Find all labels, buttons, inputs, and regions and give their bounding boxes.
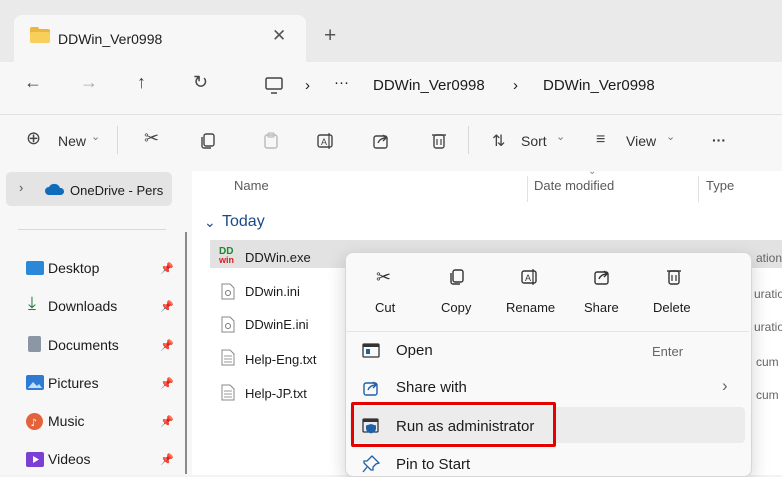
column-header-type[interactable]: Type <box>706 178 734 193</box>
new-button[interactable]: New <box>58 133 86 149</box>
column-header-date-modified[interactable]: Date modified <box>534 178 614 193</box>
context-cut-label[interactable]: Cut <box>375 300 395 315</box>
context-open[interactable]: Open <box>396 342 433 359</box>
folder-icon <box>30 27 50 43</box>
delete-icon[interactable] <box>665 267 683 287</box>
sidebar-item-music[interactable]: Music <box>48 413 85 429</box>
chevron-right-icon: › <box>722 376 728 395</box>
copy-icon[interactable] <box>448 268 466 286</box>
share-icon[interactable] <box>593 268 611 286</box>
rename-icon[interactable]: A <box>316 132 334 150</box>
chevron-down-icon: ⌄ <box>556 131 566 143</box>
context-delete-label[interactable]: Delete <box>653 300 691 315</box>
sort-icon: ⇅ <box>492 133 506 150</box>
breadcrumb-item[interactable]: DDWin_Ver0998 <box>373 77 485 94</box>
pin-icon[interactable]: 📌 <box>160 300 174 313</box>
pictures-icon <box>26 375 44 390</box>
share-icon[interactable] <box>372 132 390 150</box>
highlight-box <box>351 402 556 447</box>
settings-file-icon <box>221 316 235 333</box>
breadcrumb-separator: › <box>513 77 518 94</box>
pin-icon[interactable]: 📌 <box>160 339 174 352</box>
sidebar-item-videos[interactable]: Videos <box>48 451 91 467</box>
svg-text:A: A <box>525 273 531 283</box>
file-type: cum <box>756 388 779 402</box>
view-button[interactable]: View <box>626 133 656 149</box>
svg-text:win: win <box>219 255 234 264</box>
sidebar-item-downloads[interactable]: Downloads <box>48 298 117 314</box>
sidebar-item-pictures[interactable]: Pictures <box>48 375 99 391</box>
close-tab-button[interactable]: ✕ <box>272 26 286 46</box>
breadcrumb-separator: › <box>305 77 310 94</box>
sidebar-item-documents[interactable]: Documents <box>48 337 119 353</box>
pin-icon <box>362 455 380 473</box>
shortcut-label: Enter <box>652 344 684 359</box>
this-pc-icon <box>265 77 283 94</box>
file-type: ation <box>756 251 782 265</box>
pin-icon[interactable]: 📌 <box>160 262 174 275</box>
cut-icon[interactable]: ✂ <box>144 128 159 149</box>
desktop-icon <box>26 261 44 275</box>
divider <box>346 331 749 332</box>
svg-text:A: A <box>321 137 327 147</box>
open-icon <box>362 343 380 358</box>
sidebar-item-desktop[interactable]: Desktop <box>48 260 99 276</box>
chevron-down-icon[interactable]: ⌄ <box>204 214 216 231</box>
up-icon[interactable]: ↑ <box>137 72 146 93</box>
file-name[interactable]: DDwinE.ini <box>245 317 309 332</box>
chevron-down-icon: ⌄ <box>91 131 101 143</box>
sort-button[interactable]: Sort <box>521 133 547 149</box>
text-file-icon <box>221 384 235 401</box>
file-name[interactable]: Help-JP.txt <box>245 386 307 401</box>
pin-icon[interactable]: 📌 <box>160 377 174 390</box>
column-header-name[interactable]: Name <box>234 178 269 193</box>
pin-icon[interactable]: 📌 <box>160 415 174 428</box>
see-more-button[interactable]: ··· <box>712 132 726 148</box>
copy-icon[interactable] <box>199 132 217 150</box>
context-share-label[interactable]: Share <box>584 300 619 315</box>
refresh-icon[interactable]: ↻ <box>193 72 208 93</box>
context-share-with[interactable]: Share with <box>396 379 467 396</box>
settings-file-icon <box>221 283 235 300</box>
plus-circle-icon: ⊕ <box>26 128 42 148</box>
sort-indicator-icon: ⌄ <box>588 166 597 177</box>
file-type: uratio <box>754 320 782 334</box>
forward-icon[interactable]: → <box>80 72 98 93</box>
pin-icon[interactable]: 📌 <box>160 453 174 466</box>
cut-icon[interactable]: ✂ <box>376 267 391 288</box>
videos-icon <box>26 452 44 467</box>
rename-icon[interactable]: A <box>520 268 538 286</box>
file-type: cum <box>756 355 779 369</box>
text-file-icon <box>221 349 235 366</box>
breadcrumb-item[interactable]: DDWin_Ver0998 <box>543 77 655 94</box>
sidebar-scrollbar[interactable] <box>185 232 187 474</box>
file-type: uratio <box>754 287 782 301</box>
file-name: DDWin.exe <box>245 250 311 265</box>
delete-icon[interactable] <box>430 131 448 151</box>
back-icon[interactable]: ← <box>24 72 42 93</box>
ddwin-app-icon: DD win <box>219 246 234 264</box>
tab-title: DDWin_Ver0998 <box>58 31 163 47</box>
breadcrumb-overflow[interactable]: ··· <box>334 74 349 91</box>
new-tab-button[interactable]: + <box>324 24 336 48</box>
sidebar-item-label: OneDrive - Pers <box>70 183 164 198</box>
file-name[interactable]: Help-Eng.txt <box>245 352 317 367</box>
chevron-right-icon[interactable]: › <box>19 180 23 195</box>
context-pin-to-start[interactable]: Pin to Start <box>396 456 470 473</box>
svg-text:♪: ♪ <box>31 418 37 429</box>
paste-icon[interactable] <box>262 132 280 150</box>
context-rename-label[interactable]: Rename <box>506 300 555 315</box>
view-icon: ≡ <box>596 131 606 148</box>
chevron-down-icon: ⌄ <box>666 131 676 143</box>
divider <box>18 229 166 230</box>
music-icon: ♪ <box>26 413 43 430</box>
context-copy-label[interactable]: Copy <box>441 300 471 315</box>
share-icon <box>363 381 378 396</box>
file-name[interactable]: DDwin.ini <box>245 284 300 299</box>
cloud-icon <box>45 183 65 195</box>
documents-icon <box>28 336 41 352</box>
download-icon: ⤓ <box>28 293 36 313</box>
group-header[interactable]: Today <box>222 213 265 231</box>
